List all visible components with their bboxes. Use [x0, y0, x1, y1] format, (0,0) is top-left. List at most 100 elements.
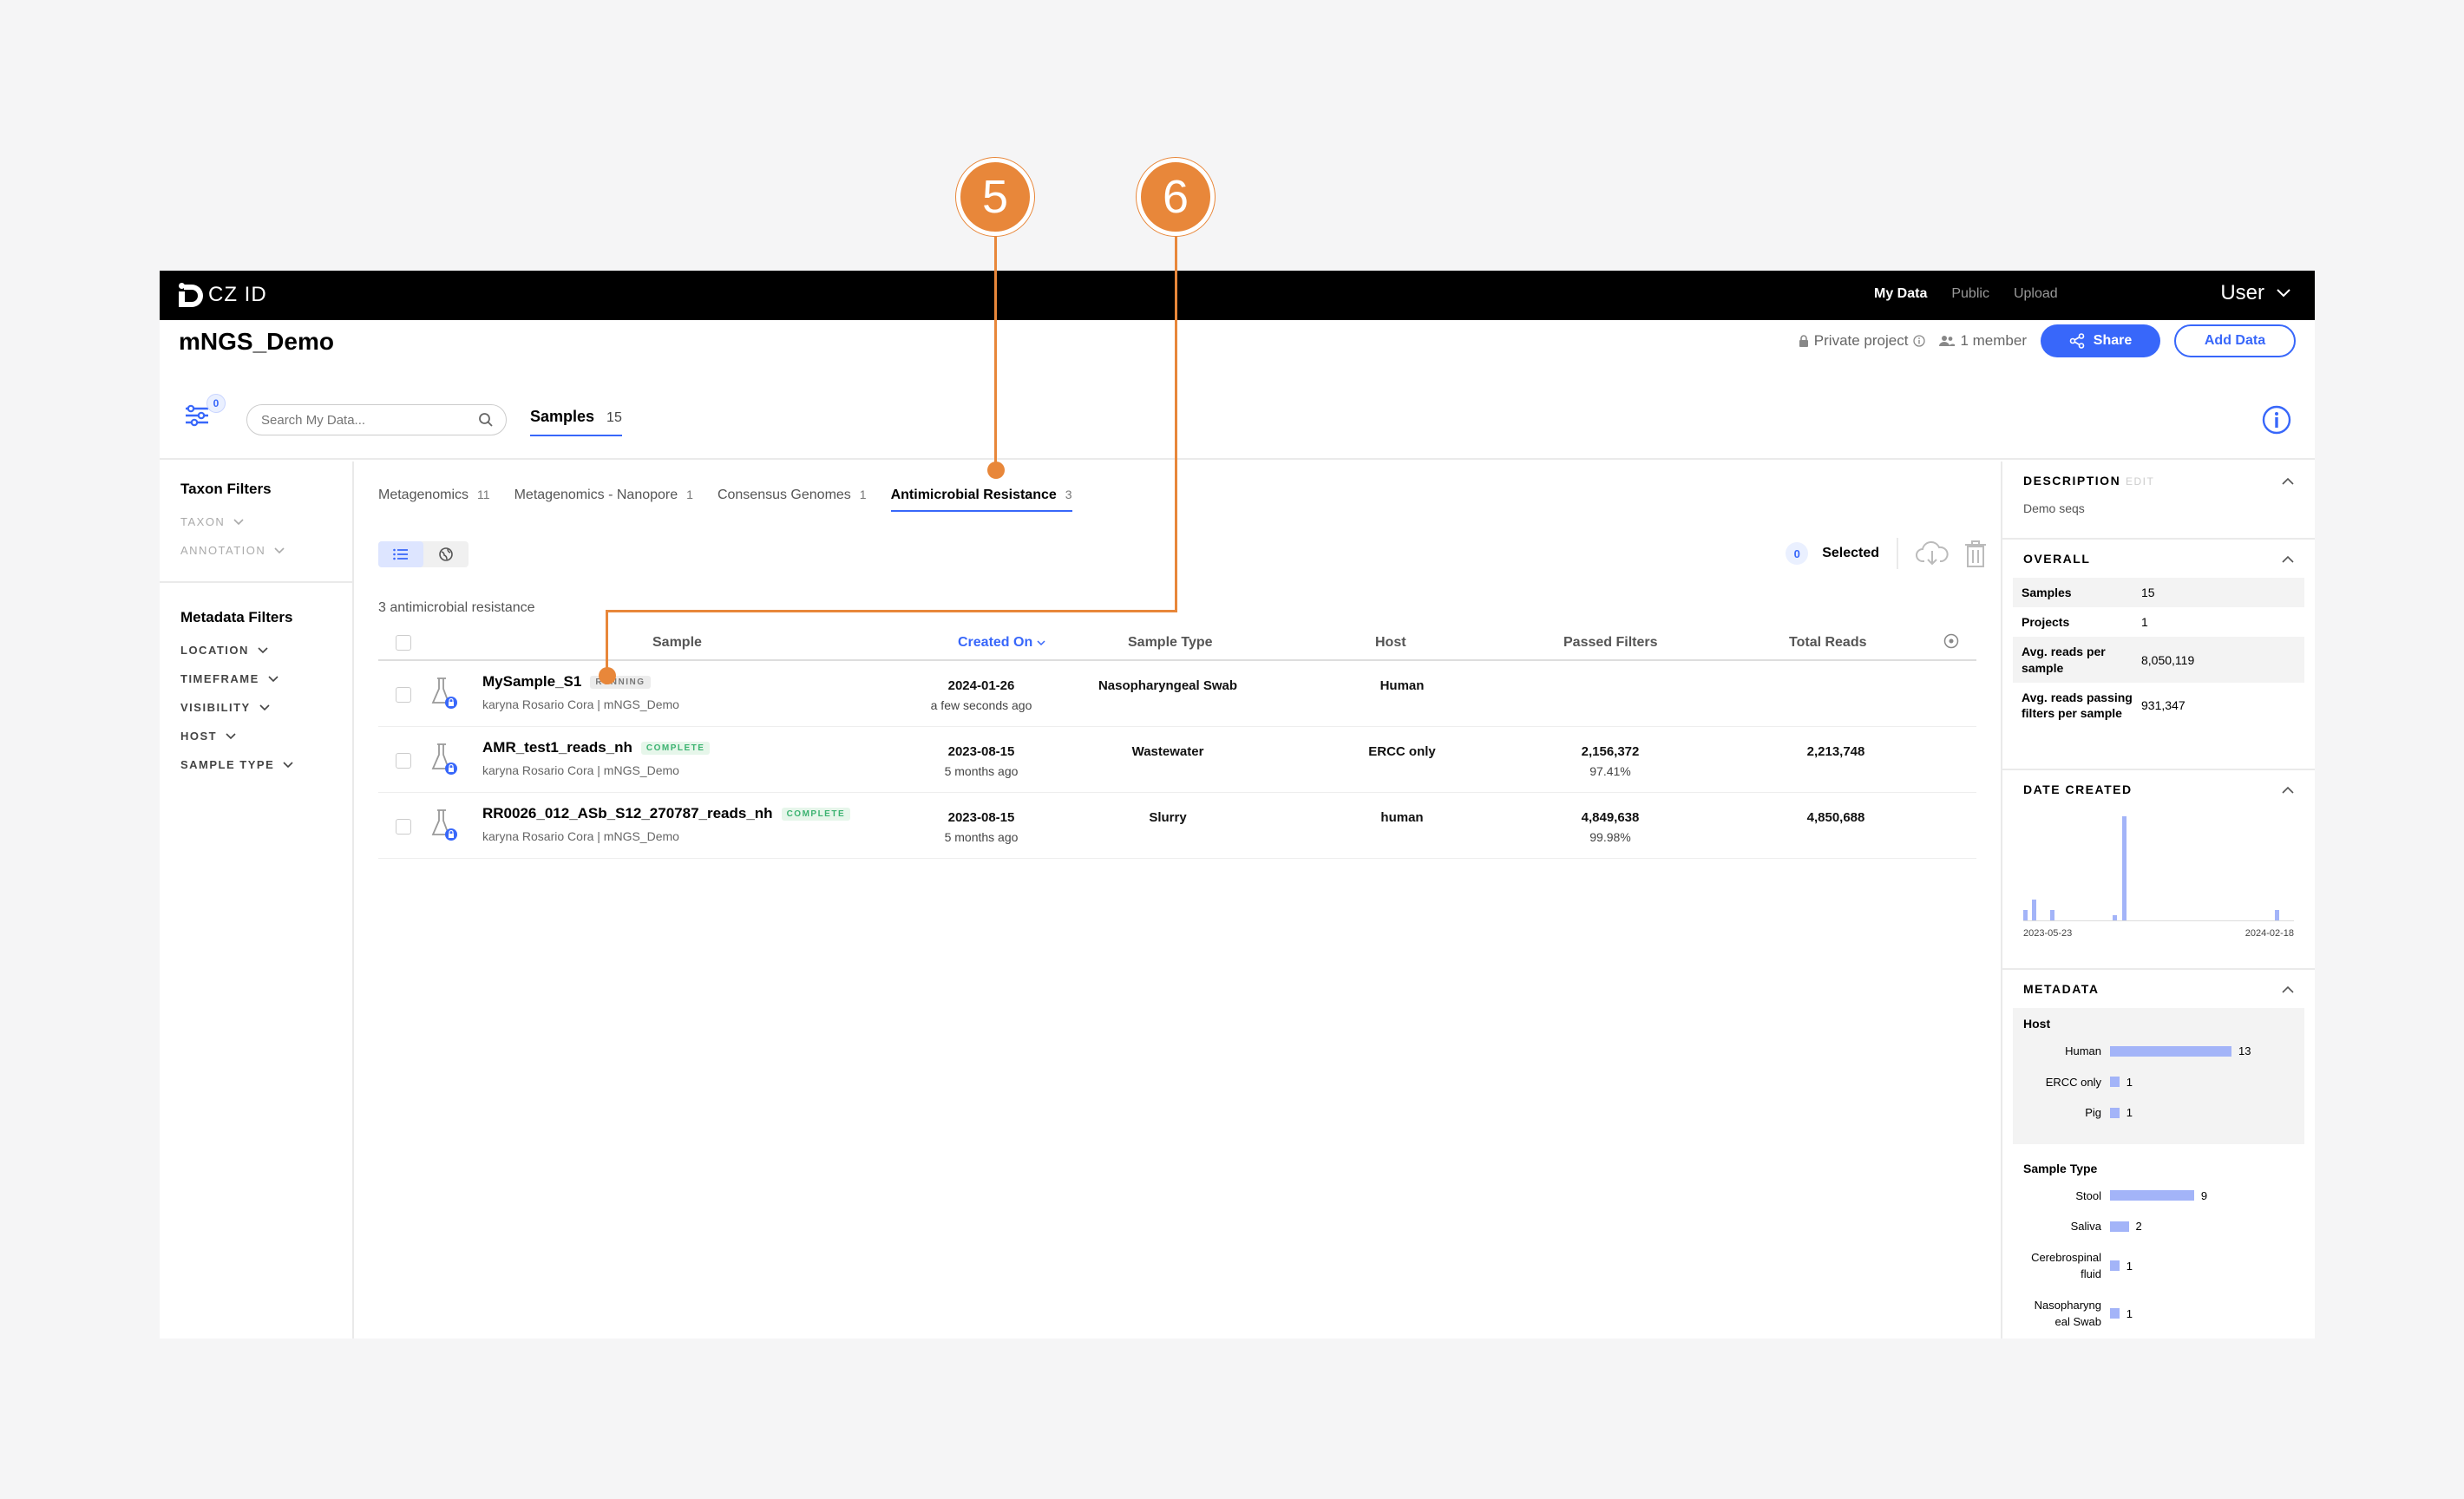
metadata-bar	[2110, 1260, 2120, 1271]
metadata-bar-count: 13	[2238, 1044, 2251, 1058]
czid-logo[interactable]: CZ ID	[179, 281, 267, 309]
share-icon	[2069, 333, 2085, 349]
metadata-bar-count: 1	[2126, 1106, 2133, 1120]
chevron-up-icon[interactable]	[2282, 985, 2294, 993]
histogram-bar[interactable]	[2121, 816, 2127, 920]
col-sample-type[interactable]: Sample Type	[1128, 635, 1213, 651]
filter-visibility[interactable]: VISIBILITY	[180, 701, 331, 714]
nav-my-data[interactable]: My Data	[1874, 286, 1927, 302]
privacy-indicator[interactable]: Private project	[1799, 332, 1926, 350]
sample-owner-project: karyna Rosario Cora | mNGS_Demo	[482, 697, 679, 711]
chevron-down-icon	[268, 675, 279, 682]
col-host[interactable]: Host	[1375, 635, 1406, 651]
col-total-reads[interactable]: Total Reads	[1789, 635, 1867, 651]
tab-samples[interactable]: Samples 15	[530, 408, 622, 436]
host-cell: Human	[1379, 678, 1425, 693]
members-indicator[interactable]: 1 member	[1939, 332, 2027, 350]
metadata-bar-row[interactable]: Human 13	[2023, 1043, 2294, 1060]
filter-location[interactable]: LOCATION	[180, 644, 331, 657]
callout-line	[1175, 231, 1177, 612]
description-title: DESCRIPTION	[2023, 474, 2121, 488]
row-checkbox[interactable]	[396, 687, 411, 703]
sample-type-breakdown: Sample Type Stool 9 Saliva 2 Cerebrospinal f…	[2013, 1156, 2304, 1353]
metadata-bar-row[interactable]: Stool 9	[2023, 1188, 2294, 1205]
histogram-bar[interactable]	[2113, 915, 2118, 920]
share-button[interactable]: Share	[2041, 324, 2160, 357]
metadata-bar-row[interactable]: Saliva 2	[2023, 1218, 2294, 1235]
status-badge: COMPLETE	[640, 741, 711, 755]
logo-icon	[179, 281, 203, 309]
search-icon[interactable]	[478, 412, 494, 428]
samples-table: Sample Created On Sample Type Host Passe…	[378, 625, 1976, 859]
project-title: mNGS_Demo	[179, 328, 334, 355]
metadata-bar-row[interactable]: Pig 1	[2023, 1104, 2294, 1122]
date-histogram	[2023, 808, 2294, 921]
select-all-checkbox[interactable]	[396, 635, 411, 651]
sample-name[interactable]: AMR_test1_reads_nh COMPLETE	[482, 739, 711, 756]
col-passed-filters[interactable]: Passed Filters	[1563, 635, 1658, 651]
plus-circle-icon	[1943, 633, 1959, 649]
histogram-bar[interactable]	[2023, 910, 2028, 920]
flask-icon	[431, 809, 457, 841]
sample-name[interactable]: MySample_S1 RUNNING	[482, 673, 651, 691]
table-row[interactable]: AMR_test1_reads_nh COMPLETE karyna Rosari…	[378, 727, 1976, 793]
edit-description-button[interactable]: EDIT	[2126, 475, 2154, 488]
flask-icon	[431, 743, 457, 775]
passed-filters-cell	[1524, 678, 1697, 684]
sample-name[interactable]: RR0026_012_ASb_S12_270787_reads_nh COMPLE…	[482, 805, 851, 822]
callout-badge: 5	[956, 158, 1034, 236]
tab-metagenomics-nanopore[interactable]: Metagenomics - Nanopore 1	[514, 488, 693, 512]
trash-icon[interactable]	[1963, 539, 1989, 568]
chevron-down-icon	[258, 646, 268, 653]
filter-annotation[interactable]: ANNOTATION	[180, 544, 331, 557]
row-checkbox[interactable]	[396, 819, 411, 835]
nav-public[interactable]: Public	[1951, 286, 1989, 302]
metadata-bar	[2110, 1190, 2194, 1201]
histogram-bar[interactable]	[2032, 900, 2037, 920]
search-input[interactable]	[261, 412, 469, 428]
chevron-down-icon	[233, 518, 244, 525]
info-panel-icon[interactable]	[2261, 404, 2292, 435]
col-created-on[interactable]: Created On	[958, 635, 1045, 651]
host-breakdown: Host Human 13 ERCC only 1 Pig 1	[2013, 1008, 2304, 1144]
metadata-bar-row[interactable]: Nasopharyng eal Swab 1	[2023, 1297, 2294, 1331]
stat-row: Projects 1	[2022, 615, 2148, 630]
table-row[interactable]: MySample_S1 RUNNING karyna Rosario Cora |…	[378, 661, 1976, 727]
column-settings-button[interactable]	[1943, 633, 1959, 653]
histogram-bar[interactable]	[2050, 910, 2055, 920]
chevron-up-icon[interactable]	[2282, 477, 2294, 485]
list-view-button[interactable]	[378, 541, 423, 567]
callout-pointer	[599, 667, 616, 684]
date-created-title: DATE CREATED	[2023, 782, 2133, 796]
map-view-button[interactable]	[423, 541, 469, 567]
row-checkbox[interactable]	[396, 753, 411, 769]
user-menu[interactable]: User	[2220, 281, 2290, 305]
cloud-download-icon[interactable]	[1916, 540, 1949, 566]
metadata-bar-label: Saliva	[2070, 1220, 2101, 1233]
histogram-bar[interactable]	[2274, 910, 2279, 920]
chevron-up-icon[interactable]	[2282, 786, 2294, 794]
metadata-bar-row[interactable]: Cerebrospinal fluid 1	[2023, 1249, 2294, 1283]
nav-upload[interactable]: Upload	[2014, 286, 2058, 302]
metadata-bar-row[interactable]: ERCC only 1	[2023, 1074, 2294, 1091]
host-cell: ERCC only	[1368, 744, 1436, 759]
tab-antimicrobial-resistance[interactable]: Antimicrobial Resistance 3	[890, 488, 1072, 512]
tab-metagenomics[interactable]: Metagenomics 11	[378, 488, 490, 512]
add-data-button[interactable]: Add Data	[2174, 324, 2296, 357]
lock-icon	[1799, 335, 1808, 347]
sample-type-cell: Wastewater	[1131, 744, 1204, 759]
selection-bar: 0 Selected	[1786, 538, 1989, 569]
filter-host[interactable]: HOST	[180, 730, 331, 743]
filter-taxon[interactable]: TAXON	[180, 515, 331, 528]
filter-sample-type[interactable]: SAMPLE TYPE	[180, 758, 331, 771]
stat-row: Avg. reads passing filters per sample 931…	[2022, 690, 2185, 720]
table-row[interactable]: RR0026_012_ASb_S12_270787_reads_nh COMPLE…	[378, 793, 1976, 859]
total-reads-cell: 2,213,748	[1806, 744, 1865, 759]
tab-consensus-genomes[interactable]: Consensus Genomes 1	[718, 488, 867, 512]
metadata-bar-count: 2	[2135, 1220, 2142, 1234]
info-circle-icon	[1913, 335, 1926, 347]
chevron-up-icon[interactable]	[2282, 555, 2294, 563]
col-sample[interactable]: Sample	[652, 635, 702, 651]
sample-type-cell: Nasopharyngeal Swab	[1098, 678, 1238, 693]
filter-timeframe[interactable]: TIMEFRAME	[180, 672, 331, 685]
